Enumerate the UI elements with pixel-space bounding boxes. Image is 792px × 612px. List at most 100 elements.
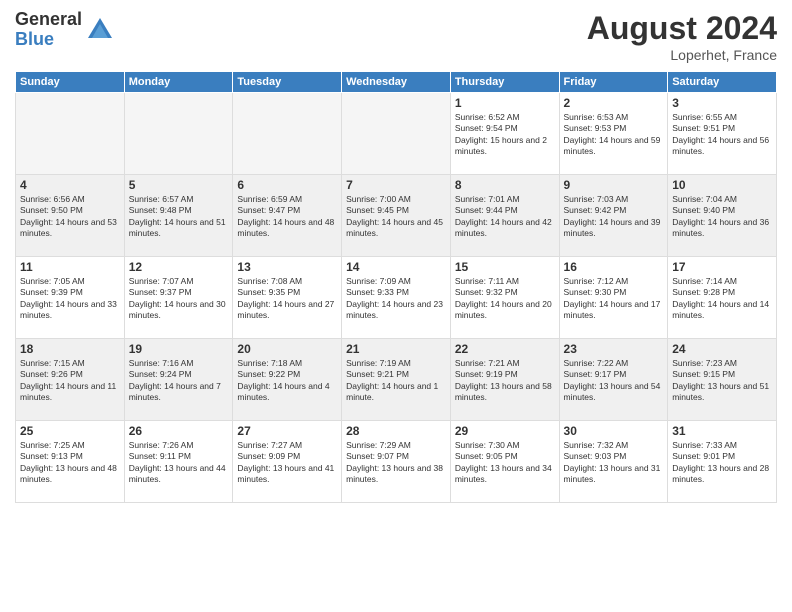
day-info: Sunrise: 6:55 AM Sunset: 9:51 PM Dayligh…: [672, 112, 772, 158]
day-info: Sunrise: 7:22 AM Sunset: 9:17 PM Dayligh…: [564, 358, 664, 404]
table-row: 1 Sunrise: 6:52 AM Sunset: 9:54 PM Daylig…: [450, 93, 559, 175]
calendar: Sunday Monday Tuesday Wednesday Thursday…: [15, 71, 777, 503]
table-row: 5Sunrise: 6:57 AM Sunset: 9:48 PM Daylig…: [124, 175, 233, 257]
day-number: 21: [346, 342, 446, 356]
day-info: Sunrise: 7:08 AM Sunset: 9:35 PM Dayligh…: [237, 276, 337, 322]
table-row: 10Sunrise: 7:04 AM Sunset: 9:40 PM Dayli…: [668, 175, 777, 257]
table-row: 16 Sunrise: 7:12 AM Sunset: 9:30 PM Dayli…: [559, 257, 668, 339]
day-info: Sunrise: 7:33 AM Sunset: 9:01 PM Dayligh…: [672, 440, 772, 486]
header-saturday: Saturday: [668, 72, 777, 93]
day-info: Sunrise: 7:27 AM Sunset: 9:09 PM Dayligh…: [237, 440, 337, 486]
month-title: August 2024: [587, 10, 777, 47]
table-row: 25 Sunrise: 7:25 AM Sunset: 9:13 PM Dayli…: [16, 421, 125, 503]
table-row: 7Sunrise: 7:00 AM Sunset: 9:45 PM Daylig…: [342, 175, 451, 257]
page-header: General Blue August 2024 Loperhet, Franc…: [15, 10, 777, 63]
calendar-week-1: 1 Sunrise: 6:52 AM Sunset: 9:54 PM Daylig…: [16, 93, 777, 175]
day-info: Sunrise: 7:01 AM Sunset: 9:44 PM Dayligh…: [455, 194, 555, 240]
header-monday: Monday: [124, 72, 233, 93]
day-info: Sunrise: 7:09 AM Sunset: 9:33 PM Dayligh…: [346, 276, 446, 322]
day-number: 23: [564, 342, 664, 356]
day-number: 5: [129, 178, 229, 192]
day-info: Sunrise: 7:18 AM Sunset: 9:22 PM Dayligh…: [237, 358, 337, 404]
table-row: 2 Sunrise: 6:53 AM Sunset: 9:53 PM Daylig…: [559, 93, 668, 175]
day-number: 26: [129, 424, 229, 438]
table-row: 3 Sunrise: 6:55 AM Sunset: 9:51 PM Daylig…: [668, 93, 777, 175]
table-row: 28 Sunrise: 7:29 AM Sunset: 9:07 PM Dayli…: [342, 421, 451, 503]
location: Loperhet, France: [587, 47, 777, 63]
day-info: Sunrise: 7:11 AM Sunset: 9:32 PM Dayligh…: [455, 276, 555, 322]
table-row: [342, 93, 451, 175]
table-row: 13 Sunrise: 7:08 AM Sunset: 9:35 PM Dayli…: [233, 257, 342, 339]
table-row: 9Sunrise: 7:03 AM Sunset: 9:42 PM Daylig…: [559, 175, 668, 257]
calendar-week-3: 11Sunrise: 7:05 AM Sunset: 9:39 PM Dayli…: [16, 257, 777, 339]
day-info: Sunrise: 6:52 AM Sunset: 9:54 PM Dayligh…: [455, 112, 555, 158]
table-row: 19 Sunrise: 7:16 AM Sunset: 9:24 PM Dayli…: [124, 339, 233, 421]
logo-blue: Blue: [15, 30, 82, 50]
logo-icon: [86, 16, 114, 44]
day-info: Sunrise: 6:56 AM Sunset: 9:50 PM Dayligh…: [20, 194, 120, 240]
day-number: 13: [237, 260, 337, 274]
day-info: Sunrise: 7:21 AM Sunset: 9:19 PM Dayligh…: [455, 358, 555, 404]
table-row: 8Sunrise: 7:01 AM Sunset: 9:44 PM Daylig…: [450, 175, 559, 257]
day-info: Sunrise: 7:03 AM Sunset: 9:42 PM Dayligh…: [564, 194, 664, 240]
day-number: 28: [346, 424, 446, 438]
day-number: 29: [455, 424, 555, 438]
day-number: 19: [129, 342, 229, 356]
table-row: 23 Sunrise: 7:22 AM Sunset: 9:17 PM Dayli…: [559, 339, 668, 421]
calendar-week-2: 4 Sunrise: 6:56 AM Sunset: 9:50 PM Daylig…: [16, 175, 777, 257]
table-row: 20Sunrise: 7:18 AM Sunset: 9:22 PM Dayli…: [233, 339, 342, 421]
header-thursday: Thursday: [450, 72, 559, 93]
calendar-week-5: 25 Sunrise: 7:25 AM Sunset: 9:13 PM Dayli…: [16, 421, 777, 503]
day-info: Sunrise: 7:14 AM Sunset: 9:28 PM Dayligh…: [672, 276, 772, 322]
day-info: Sunrise: 7:05 AM Sunset: 9:39 PM Dayligh…: [20, 276, 120, 322]
day-info: Sunrise: 7:15 AM Sunset: 9:26 PM Dayligh…: [20, 358, 120, 404]
table-row: 15 Sunrise: 7:11 AM Sunset: 9:32 PM Dayli…: [450, 257, 559, 339]
table-row: 22Sunrise: 7:21 AM Sunset: 9:19 PM Dayli…: [450, 339, 559, 421]
day-info: Sunrise: 7:29 AM Sunset: 9:07 PM Dayligh…: [346, 440, 446, 486]
table-row: 14Sunrise: 7:09 AM Sunset: 9:33 PM Dayli…: [342, 257, 451, 339]
day-number: 2: [564, 96, 664, 110]
day-info: Sunrise: 7:00 AM Sunset: 9:45 PM Dayligh…: [346, 194, 446, 240]
day-info: Sunrise: 7:16 AM Sunset: 9:24 PM Dayligh…: [129, 358, 229, 404]
day-info: Sunrise: 7:12 AM Sunset: 9:30 PM Dayligh…: [564, 276, 664, 322]
header-friday: Friday: [559, 72, 668, 93]
header-sunday: Sunday: [16, 72, 125, 93]
table-row: 4 Sunrise: 6:56 AM Sunset: 9:50 PM Daylig…: [16, 175, 125, 257]
table-row: 29 Sunrise: 7:30 AM Sunset: 9:05 PM Dayli…: [450, 421, 559, 503]
header-tuesday: Tuesday: [233, 72, 342, 93]
header-wednesday: Wednesday: [342, 72, 451, 93]
table-row: [233, 93, 342, 175]
day-info: Sunrise: 7:19 AM Sunset: 9:21 PM Dayligh…: [346, 358, 446, 404]
title-block: August 2024 Loperhet, France: [587, 10, 777, 63]
table-row: [16, 93, 125, 175]
table-row: 17 Sunrise: 7:14 AM Sunset: 9:28 PM Dayli…: [668, 257, 777, 339]
calendar-header-row: Sunday Monday Tuesday Wednesday Thursday…: [16, 72, 777, 93]
table-row: 30 Sunrise: 7:32 AM Sunset: 9:03 PM Dayli…: [559, 421, 668, 503]
table-row: 6Sunrise: 6:59 AM Sunset: 9:47 PM Daylig…: [233, 175, 342, 257]
day-number: 1: [455, 96, 555, 110]
day-number: 3: [672, 96, 772, 110]
day-info: Sunrise: 7:07 AM Sunset: 9:37 PM Dayligh…: [129, 276, 229, 322]
table-row: 18Sunrise: 7:15 AM Sunset: 9:26 PM Dayli…: [16, 339, 125, 421]
day-number: 25: [20, 424, 120, 438]
logo: General Blue: [15, 10, 114, 50]
day-number: 24: [672, 342, 772, 356]
table-row: 26Sunrise: 7:26 AM Sunset: 9:11 PM Dayli…: [124, 421, 233, 503]
day-info: Sunrise: 7:32 AM Sunset: 9:03 PM Dayligh…: [564, 440, 664, 486]
calendar-week-4: 18Sunrise: 7:15 AM Sunset: 9:26 PM Dayli…: [16, 339, 777, 421]
table-row: 24 Sunrise: 7:23 AM Sunset: 9:15 PM Dayli…: [668, 339, 777, 421]
day-info: Sunrise: 6:59 AM Sunset: 9:47 PM Dayligh…: [237, 194, 337, 240]
day-info: Sunrise: 7:23 AM Sunset: 9:15 PM Dayligh…: [672, 358, 772, 404]
day-number: 16: [564, 260, 664, 274]
table-row: [124, 93, 233, 175]
table-row: 31Sunrise: 7:33 AM Sunset: 9:01 PM Dayli…: [668, 421, 777, 503]
table-row: 27Sunrise: 7:27 AM Sunset: 9:09 PM Dayli…: [233, 421, 342, 503]
day-info: Sunrise: 6:53 AM Sunset: 9:53 PM Dayligh…: [564, 112, 664, 158]
day-number: 30: [564, 424, 664, 438]
day-number: 15: [455, 260, 555, 274]
day-info: Sunrise: 7:04 AM Sunset: 9:40 PM Dayligh…: [672, 194, 772, 240]
day-info: Sunrise: 7:25 AM Sunset: 9:13 PM Dayligh…: [20, 440, 120, 486]
day-number: 4: [20, 178, 120, 192]
day-info: Sunrise: 7:30 AM Sunset: 9:05 PM Dayligh…: [455, 440, 555, 486]
day-number: 17: [672, 260, 772, 274]
